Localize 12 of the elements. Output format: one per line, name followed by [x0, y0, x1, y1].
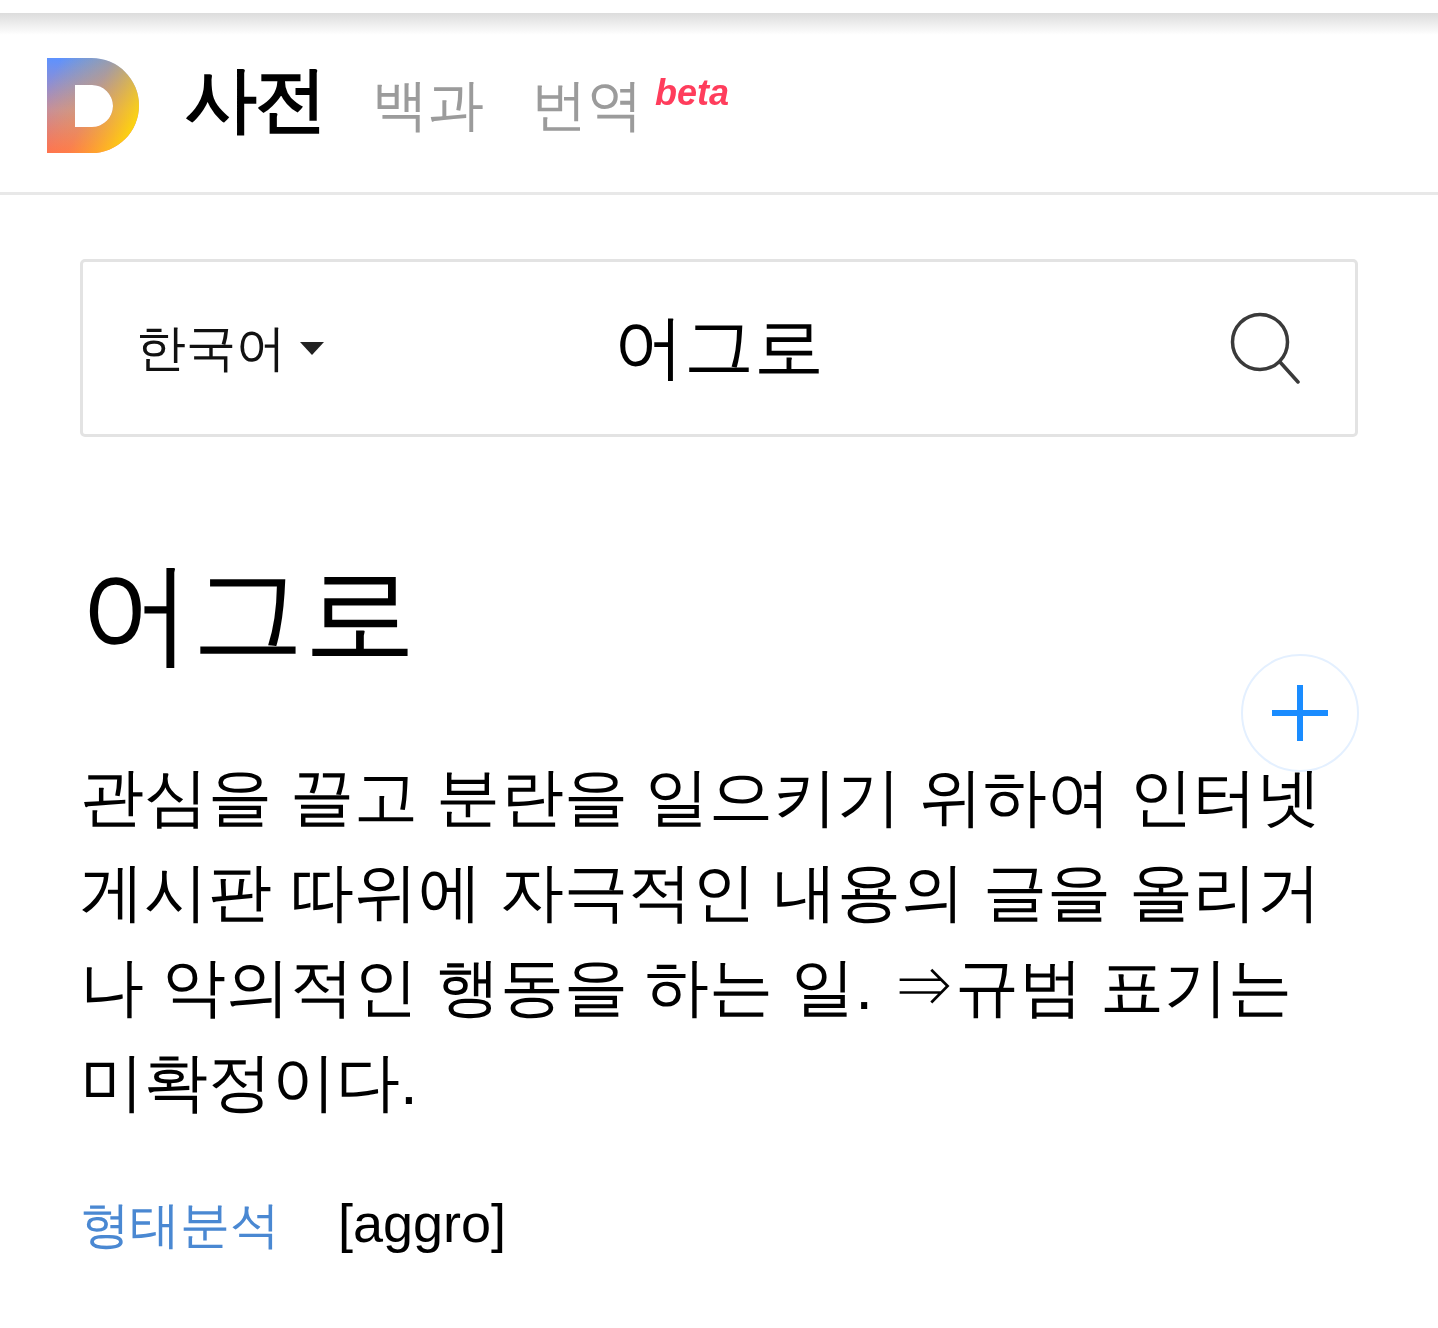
language-dropdown[interactable]: 한국어	[136, 323, 324, 373]
definition-text: 관심을 끌고 분란을 일으키기 위하여 인터넷 게시판 따위에 자극적인 내용의 글을 올리거나 악의적인 행동을 하는 일. ⇒규범 표기는 미확정이다.	[80, 760, 1322, 1120]
headword: 어그로	[80, 558, 416, 670]
search-icon	[1230, 312, 1300, 384]
beta-label: beta	[655, 75, 730, 111]
morphology-link[interactable]: 형태분석	[80, 1200, 280, 1250]
caret-icon	[300, 341, 324, 355]
search-button[interactable]	[1230, 312, 1300, 384]
nav-tab[interactable]: 사전	[185, 63, 325, 135]
logo-icon[interactable]	[47, 58, 139, 153]
plus-icon	[1272, 685, 1328, 741]
search-field[interactable]: 어그로	[383, 308, 1055, 388]
